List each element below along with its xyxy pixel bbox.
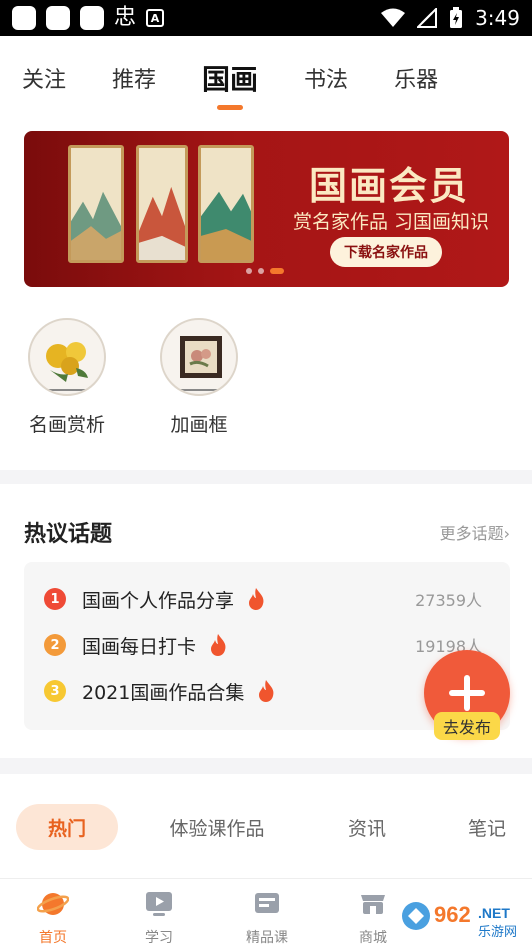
store-icon [361, 895, 385, 914]
tab-chinese-painting[interactable]: 国画 [202, 58, 258, 98]
wifi-icon [381, 8, 406, 27]
download-works-button[interactable]: 下载名家作品 [330, 237, 442, 267]
plus-icon [464, 675, 470, 711]
topic-name: 2021国画作品合集 [82, 681, 245, 704]
nav-learn[interactable]: 学习 [124, 887, 194, 947]
painting-scroll-image [198, 145, 254, 263]
feed-category-tabs: 热门 体验课作品 资讯 笔记 [0, 774, 532, 878]
tab-notes[interactable]: 笔记 [444, 804, 530, 850]
home-planet-icon [36, 893, 70, 915]
status-notifications: 忠 A [12, 5, 165, 30]
course-book-icon [255, 893, 279, 913]
battery-icon [450, 7, 463, 28]
shortcut-label: 加画框 [170, 414, 228, 436]
app-notification-icon: 忠 [114, 5, 137, 30]
topic-row[interactable]: 1 国画个人作品分享 27359人 [44, 584, 494, 614]
signal-icon [417, 8, 438, 28]
chevron-right-icon: › [503, 524, 510, 543]
fire-icon [249, 588, 264, 610]
nav-label: 精品课 [246, 930, 288, 946]
banner-dot [258, 268, 264, 274]
tab-news[interactable]: 资讯 [324, 804, 410, 850]
tab-hot[interactable]: 热门 [16, 804, 118, 850]
tab-instruments[interactable]: 乐器 [394, 62, 438, 94]
topic-participants: 27359人 [415, 591, 482, 610]
nav-label: 首页 [39, 930, 67, 946]
watermark-number: 962 [434, 902, 471, 927]
tab-follow[interactable]: 关注 [22, 62, 66, 94]
framed-painting-icon [160, 318, 238, 396]
clock-time: 3:49 [475, 6, 520, 30]
play-video-icon [146, 892, 172, 916]
chrysanthemum-painting-icon [28, 318, 106, 396]
rank-badge: 3 [44, 680, 66, 702]
banner-subtitle: 赏名家作品 习国画知识 [292, 211, 489, 233]
watermark-domain: .NET [478, 905, 510, 921]
site-watermark: 962 .NET 乐游网 [398, 888, 528, 944]
nav-premium-course[interactable]: 精品课 [232, 887, 302, 947]
hot-topics-title: 热议话题 [24, 522, 113, 547]
shortcut-label: 名画赏析 [28, 414, 105, 436]
topic-row[interactable]: 2 国画每日打卡 19198人 [44, 630, 494, 660]
fire-icon [211, 634, 226, 656]
banner-dot-active [270, 268, 284, 274]
notification-square-icon [12, 6, 36, 30]
painting-scroll-image [136, 145, 188, 263]
nav-home[interactable]: 首页 [18, 887, 88, 947]
membership-banner[interactable]: 国画会员 赏名家作品 习国画知识 下载名家作品 [24, 131, 509, 287]
rank-badge: 1 [44, 588, 66, 610]
banner-dot [246, 268, 252, 274]
status-bar: 忠 A 3:49 [0, 0, 532, 36]
watermark-sitename: 乐游网 [478, 924, 517, 939]
rank-badge: 2 [44, 634, 66, 656]
more-topics-label: 更多话题 [439, 524, 504, 543]
publish-label[interactable]: 去发布 [434, 712, 500, 740]
fire-icon [259, 680, 274, 702]
tab-calligraphy[interactable]: 书法 [304, 62, 348, 94]
banner-pagination [246, 268, 284, 274]
shortcut-painting-appreciation[interactable]: 名画赏析 [12, 318, 122, 437]
shortcut-add-frame[interactable]: 加画框 [144, 318, 254, 437]
notification-square-icon [46, 6, 70, 30]
keyboard-icon: A [146, 9, 165, 27]
topic-name: 国画个人作品分享 [82, 589, 235, 612]
topic-name: 国画每日打卡 [82, 635, 197, 658]
top-category-tabs: 关注 推荐 国画 书法 乐器 [0, 36, 532, 120]
tab-trial-class-works[interactable]: 体验课作品 [150, 804, 284, 850]
notification-square-icon [80, 6, 104, 30]
banner-title: 国画会员 [308, 164, 469, 208]
tab-recommend[interactable]: 推荐 [112, 62, 156, 94]
more-topics-link[interactable]: 更多话题› [440, 520, 510, 544]
nav-label: 学习 [145, 930, 173, 946]
painting-scroll-image [68, 145, 124, 263]
